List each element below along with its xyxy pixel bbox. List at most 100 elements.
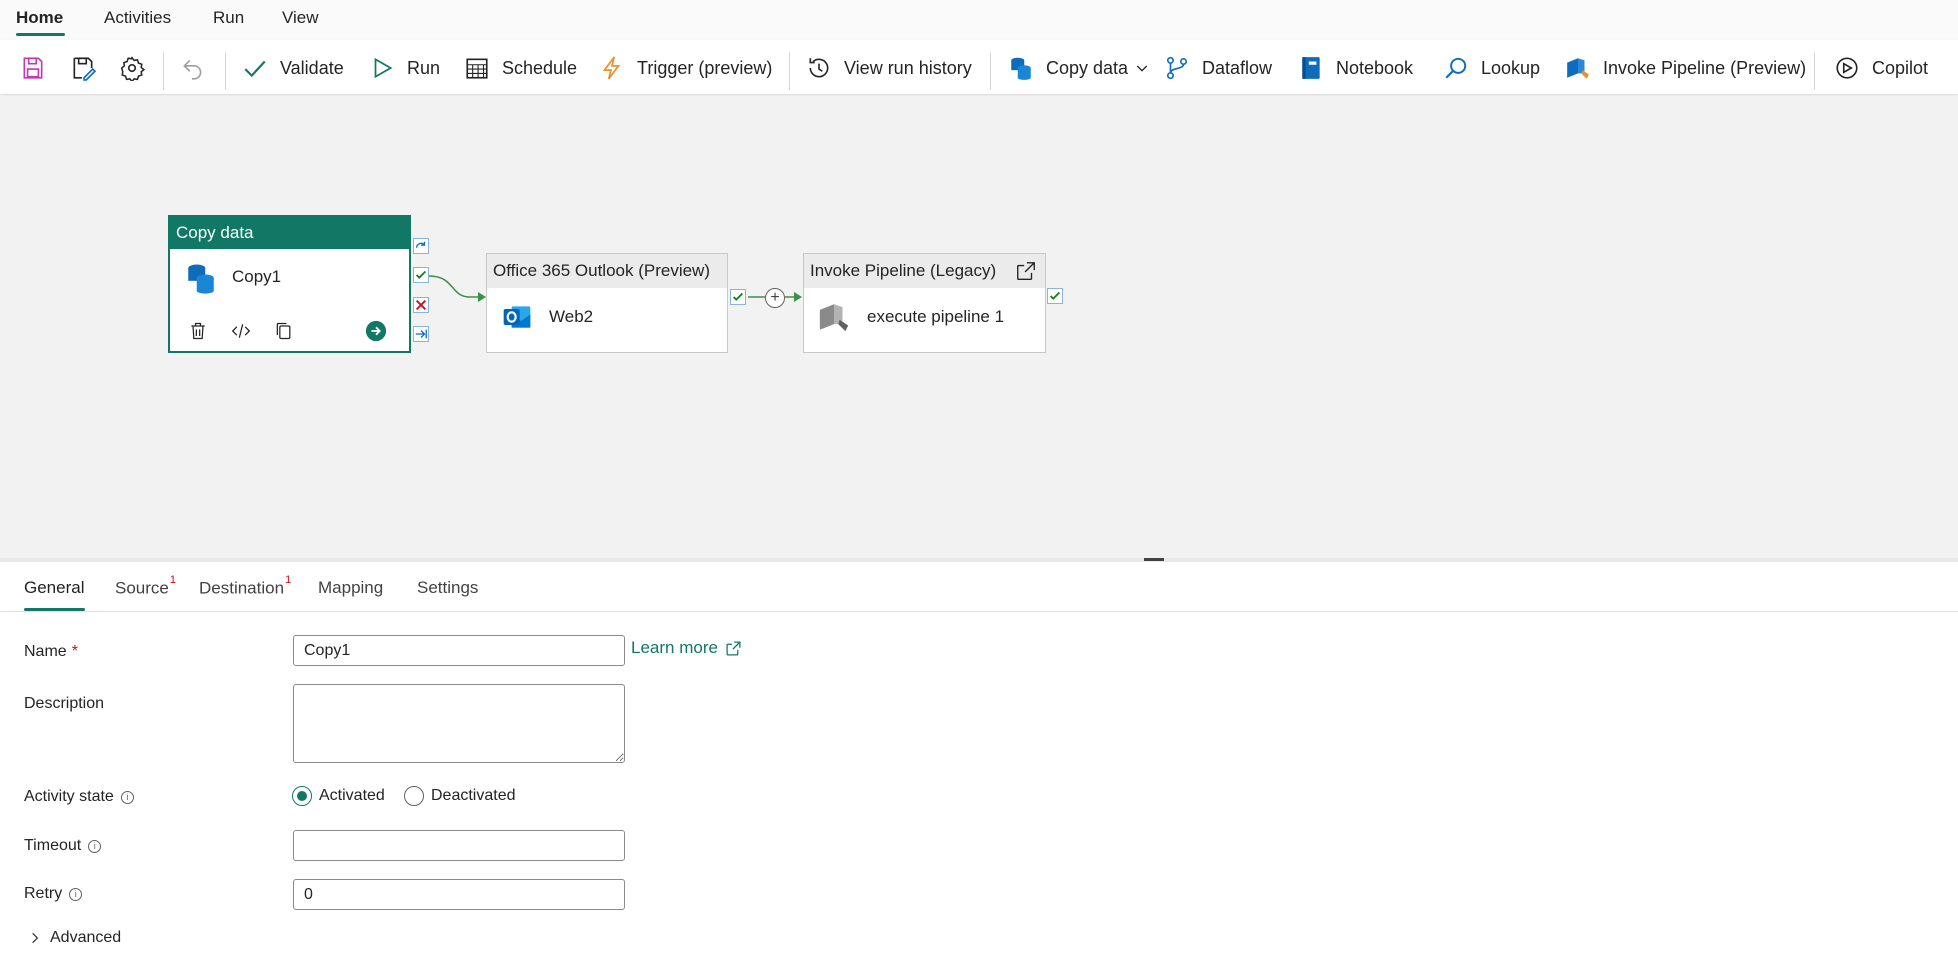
deactivated-label: Deactivated — [431, 787, 516, 804]
timeout-label: Timeout i — [24, 837, 102, 855]
trigger-label: Trigger (preview) — [637, 57, 773, 78]
dataflow-button[interactable]: Dataflow — [1164, 52, 1272, 84]
splitter-grip[interactable] — [1144, 558, 1164, 561]
advanced-label: Advanced — [50, 929, 122, 946]
schedule-label: Schedule — [502, 57, 578, 78]
toolbar-separator — [225, 52, 226, 90]
undo-icon — [183, 59, 202, 80]
tab-general[interactable]: General — [24, 578, 84, 598]
invoke-pipeline-icon — [1567, 58, 1589, 79]
add-activity-icon[interactable]: + — [765, 288, 785, 308]
outlook-activity[interactable]: Office 365 Outlook (Preview) Web2 — [486, 253, 728, 353]
success-port-icon[interactable] — [413, 267, 429, 283]
clone-icon[interactable] — [274, 321, 294, 341]
tab-label: Source — [115, 578, 169, 598]
invoke-pipeline-activity[interactable]: Invoke Pipeline (Legacy) execute pipelin… — [803, 253, 1046, 353]
active-tab-indicator — [16, 33, 65, 36]
name-label-text: Name — [24, 643, 67, 660]
delete-icon[interactable] — [188, 321, 208, 341]
copilot-button[interactable]: Copilot — [1834, 52, 1928, 84]
success-port-icon[interactable] — [1047, 288, 1063, 304]
undo-button[interactable] — [180, 52, 206, 84]
toolbar-separator — [163, 52, 164, 90]
open-external-icon[interactable] — [1015, 260, 1037, 282]
panel-splitter[interactable] — [0, 558, 1958, 562]
invoke-pipeline-icon — [819, 304, 849, 332]
retry-input[interactable] — [293, 879, 625, 910]
copy-data-label: Copy data — [1046, 57, 1129, 78]
menu-bar: Home Activities Run View — [0, 0, 1958, 40]
validate-label: Validate — [280, 57, 344, 78]
fail-port-icon[interactable] — [413, 297, 429, 313]
activated-label: Activated — [319, 787, 385, 804]
description-label: Description — [24, 695, 105, 712]
retry-label: Retry i — [24, 885, 83, 903]
skip-port-icon[interactable] — [413, 238, 429, 254]
gear-icon — [120, 56, 145, 81]
activity-state-text: Activity state — [24, 788, 114, 805]
copy-data-button[interactable]: Copy data — [1008, 52, 1150, 84]
save-icon — [23, 57, 43, 79]
trigger-button[interactable]: Trigger (preview) — [599, 52, 772, 84]
tab-source[interactable]: Source1 — [115, 574, 176, 599]
view-run-history-button[interactable]: View run history — [806, 52, 972, 84]
timeout-input[interactable] — [293, 830, 625, 861]
settings-button[interactable] — [119, 52, 145, 84]
advanced-expander[interactable]: Advanced — [28, 929, 121, 947]
notebook-label: Notebook — [1336, 57, 1414, 78]
view-run-history-label: View run history — [844, 57, 972, 78]
tab-run[interactable]: Run — [213, 8, 244, 28]
copilot-icon — [1836, 57, 1858, 79]
tab-view[interactable]: View — [282, 8, 319, 28]
notebook-button[interactable]: Notebook — [1298, 52, 1413, 84]
run-label: Run — [407, 57, 441, 78]
invoke-pipeline-label: Invoke Pipeline (Preview) — [1603, 57, 1807, 78]
activated-radio[interactable]: Activated — [292, 786, 385, 806]
tab-home[interactable]: Home — [16, 8, 63, 28]
code-icon[interactable] — [231, 321, 251, 341]
schedule-button[interactable]: Schedule — [464, 52, 577, 84]
database-copy-icon — [188, 264, 214, 294]
radio-unselected-icon — [404, 786, 424, 806]
tab-destination[interactable]: Destination1 — [199, 574, 291, 599]
pipeline-canvas[interactable]: + Copy data Copy1 Office 365 Outlook (Pr… — [0, 96, 1958, 558]
activity-name: Web2 — [549, 307, 594, 326]
calendar-icon — [466, 58, 488, 79]
search-icon — [1445, 57, 1467, 79]
lightning-icon — [602, 56, 621, 80]
toolbar-separator — [789, 52, 790, 90]
database-copy-icon — [1011, 57, 1031, 80]
lookup-button[interactable]: Lookup — [1443, 52, 1540, 84]
arrow-right-circle-icon[interactable] — [365, 320, 387, 342]
activity-name: Copy1 — [232, 267, 282, 286]
tab-settings[interactable]: Settings — [417, 578, 478, 598]
description-input[interactable] — [293, 684, 625, 763]
completion-port-icon[interactable] — [413, 326, 429, 342]
validate-button[interactable]: Validate — [242, 52, 344, 84]
chevron-right-icon — [32, 932, 39, 944]
checkmark-icon — [244, 60, 266, 78]
learn-more-text: Learn more — [631, 638, 718, 657]
error-badge: 1 — [169, 574, 176, 586]
learn-more-link[interactable]: Learn more — [631, 638, 742, 658]
copy-data-activity[interactable]: Copy data Copy1 — [168, 215, 411, 353]
save-as-button[interactable] — [70, 52, 96, 84]
info-icon[interactable]: i — [88, 839, 102, 853]
success-port-icon[interactable] — [730, 289, 746, 305]
info-icon[interactable]: i — [120, 790, 134, 804]
copilot-label: Copilot — [1872, 57, 1929, 78]
tab-mapping[interactable]: Mapping — [318, 578, 383, 598]
invoke-pipeline-button[interactable]: Invoke Pipeline (Preview) — [1565, 52, 1806, 84]
run-button[interactable]: Run — [369, 52, 440, 84]
info-icon[interactable]: i — [69, 887, 83, 901]
play-icon — [374, 57, 393, 79]
timeout-text: Timeout — [24, 837, 82, 854]
toolbar: Validate Run Schedule Trigger (preview) … — [0, 40, 1958, 95]
save-button[interactable] — [20, 52, 46, 84]
tab-activities[interactable]: Activities — [104, 8, 171, 28]
outlook-icon — [503, 306, 531, 328]
radio-selected-icon — [292, 786, 312, 806]
deactivated-radio[interactable]: Deactivated — [404, 786, 516, 806]
name-input[interactable] — [293, 635, 625, 666]
history-icon — [809, 58, 829, 78]
